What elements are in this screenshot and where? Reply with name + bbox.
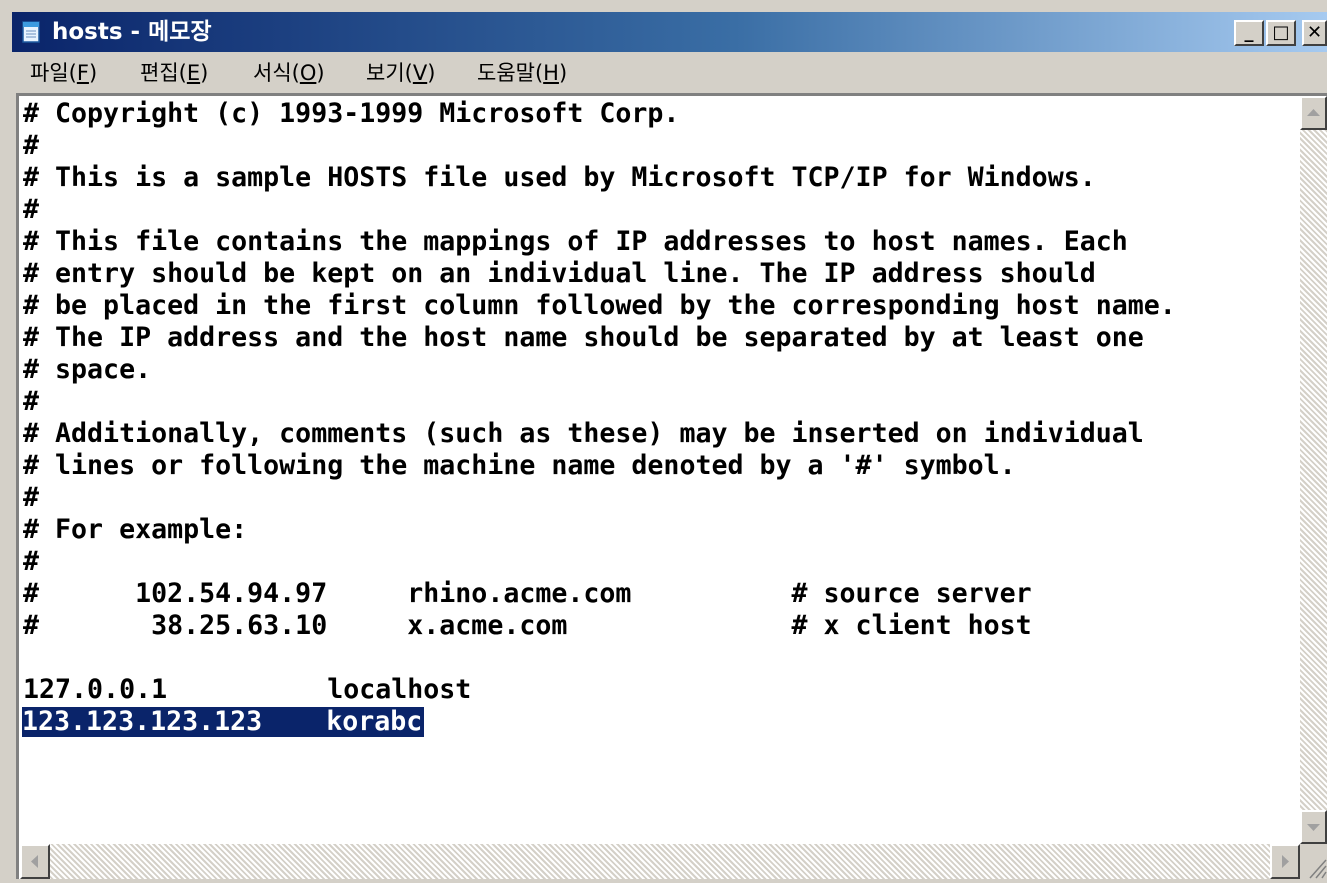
text-line: # [23,386,40,417]
maximize-button[interactable]: □ [1266,20,1296,46]
menu-help[interactable]: 도움말(H) [477,59,567,87]
text-line: # 38.25.63.10 x.acme.com # x client host [23,610,1032,641]
text-line: 127.0.0.1 localhost [23,674,472,705]
menu-file[interactable]: 파일(F) [30,59,97,87]
text-line: # For example: [23,514,248,545]
text-line: # [23,482,40,513]
text-line: # entry should be kept on an individual … [23,258,1096,289]
text-line: # Copyright (c) 1993-1999 Microsoft Corp… [23,98,680,129]
scroll-right-button[interactable] [1270,844,1300,879]
horizontal-scrollbar[interactable] [20,844,1300,879]
menu-view[interactable]: 보기(V) [366,59,435,87]
text-line: # lines or following the machine name de… [23,450,1016,481]
text-line: # This is a sample HOSTS file used by Mi… [23,162,1096,193]
size-grip-icon [1309,859,1327,879]
text-editor[interactable]: # Copyright (c) 1993-1999 Microsoft Corp… [20,96,1300,844]
text-line: # The IP address and the host name shoul… [23,322,1144,353]
menu-bar: 파일(F) 편집(E) 서식(O) 보기(V) 도움말(H) [12,54,1327,92]
title-bar[interactable]: hosts - 메모장 _ □ ✕ [12,12,1327,52]
scroll-right-arrow-icon [1282,855,1289,868]
menu-format[interactable]: 서식(O) [253,59,325,87]
text-line: # space. [23,354,152,385]
notepad-window: hosts - 메모장 _ □ ✕ 파일(F) 편집(E) 서식(O) 보기(V… [0,0,1327,879]
text-line: # [23,130,40,161]
text-line: # Additionally, comments (such as these)… [23,418,1144,449]
window-title: hosts - 메모장 [52,19,212,45]
scroll-left-button[interactable] [20,844,50,879]
text-line: # [23,194,40,225]
selected-text-line[interactable]: 123.123.123.123 korabc [22,707,425,737]
close-button[interactable]: ✕ [1302,20,1327,46]
notepad-icon [22,21,40,43]
text-line: # 102.54.94.97 rhino.acme.com # source s… [23,578,1032,609]
scroll-left-arrow-icon [31,855,38,868]
scroll-down-arrow-icon [1307,824,1320,831]
scroll-up-arrow-icon [1307,109,1320,116]
menu-edit[interactable]: 편집(E) [140,59,208,87]
size-grip[interactable] [1300,844,1327,879]
minimize-button[interactable]: _ [1234,20,1264,46]
text-line: # be placed in the first column followed… [23,290,1176,321]
text-line: # [23,546,40,577]
scroll-up-button[interactable] [1300,96,1327,130]
text-line: # This file contains the mappings of IP … [23,226,1128,257]
scroll-down-button[interactable] [1300,810,1327,844]
vertical-scrollbar[interactable] [1300,96,1327,844]
